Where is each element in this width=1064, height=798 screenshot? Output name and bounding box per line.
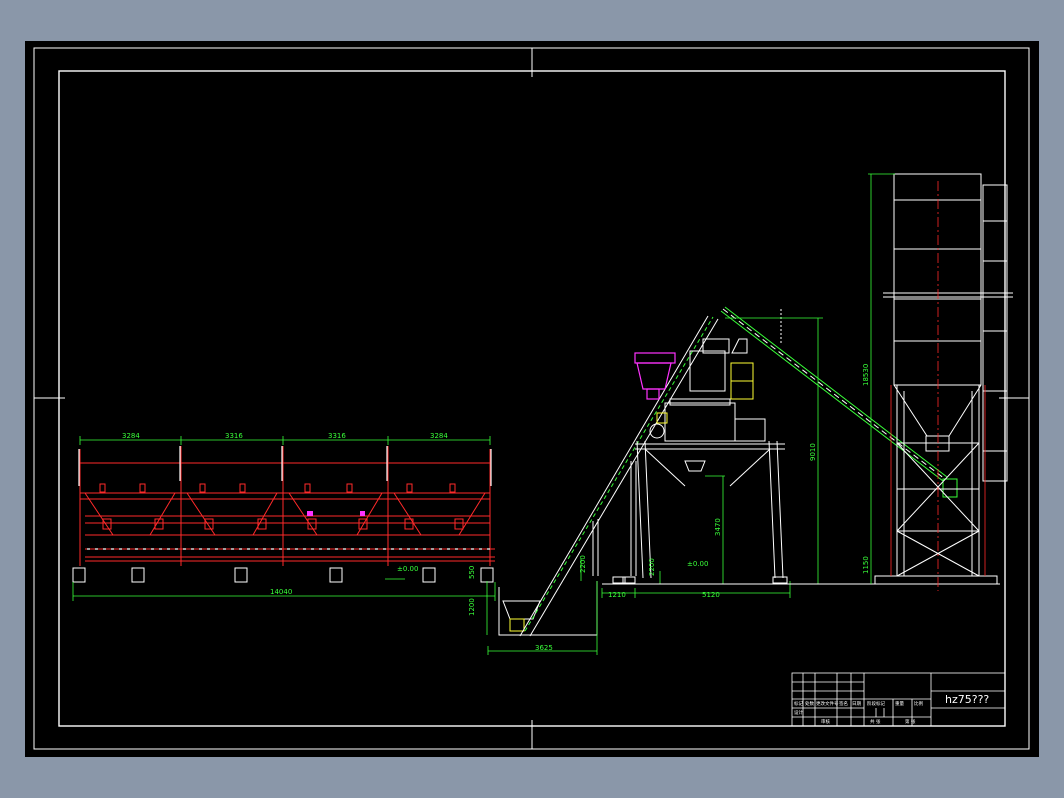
weigh-hopper (634, 352, 676, 400)
tb-cell-7: 审核 (821, 718, 830, 725)
bin-dim-4: 3284 (430, 432, 448, 440)
centering-marks (34, 48, 1029, 749)
gap-a-dim: 1210 (608, 591, 626, 599)
aggregate-bins (79, 446, 495, 566)
mixer-motor (656, 362, 754, 424)
bin-dim-3: 3316 (328, 432, 346, 440)
pit-dimension-lines (486, 559, 791, 655)
gap-b-dim: 5120 (702, 591, 720, 599)
screw-conveyor (720, 306, 958, 498)
bin-markers (307, 511, 365, 516)
tb-cell-8: 阶段标记 (867, 700, 885, 707)
leg-height-dim: 2200 (579, 555, 587, 573)
bin-dim-1: 3284 (122, 432, 140, 440)
bin-dim-2: 3316 (225, 432, 243, 440)
bin-feet (72, 560, 495, 583)
level-mark-right: ±0.00 (687, 560, 708, 568)
cad-drawing: 3284 3316 3316 3284 14040 ±0.00 3625 120… (33, 47, 1030, 750)
outer-frame (33, 47, 1030, 750)
tb-cell-12: 第 张 (905, 718, 916, 725)
belt-conveyor (519, 315, 719, 637)
level-mark-left: ±0.00 (397, 565, 418, 573)
bin-dimension-lines (72, 436, 496, 601)
mixer-dimension-lines (659, 317, 823, 584)
tb-cell-5: 日期 (852, 701, 861, 707)
tb-cell-6: 设计 (794, 709, 803, 716)
tb-cell-9: 重量 (895, 700, 904, 707)
tb-cell-11: 共 张 (870, 718, 881, 725)
pit-step-dim: 550 (468, 566, 476, 579)
silo-base-dim: 1150 (862, 556, 870, 574)
bin-posts (78, 446, 495, 550)
inner-frame (58, 70, 1006, 727)
drawing-sheet: 3284 3316 3316 3284 14040 ±0.00 3625 120… (25, 41, 1039, 757)
silo-height-dim: 18530 (862, 364, 870, 386)
tb-cell-3: 更改文件号 (816, 700, 839, 707)
total-length-dim: 14040 (270, 588, 292, 596)
tb-cell-4: 签名 (839, 700, 848, 707)
title-block-name: hz75??? (945, 693, 989, 706)
cement-silo (874, 173, 1013, 585)
tb-cell-2: 处数 (805, 700, 814, 707)
pit-depth-dim: 1200 (468, 598, 476, 616)
foot-height-dim: 2200 (648, 558, 656, 576)
discharge-height-dim: 3470 (714, 518, 722, 536)
tb-cell-1: 标记 (794, 700, 803, 707)
mixer-height-dim: 9010 (809, 443, 817, 461)
tb-cell-10: 比例 (914, 700, 923, 707)
belt-run-dim: 3625 (535, 644, 553, 652)
